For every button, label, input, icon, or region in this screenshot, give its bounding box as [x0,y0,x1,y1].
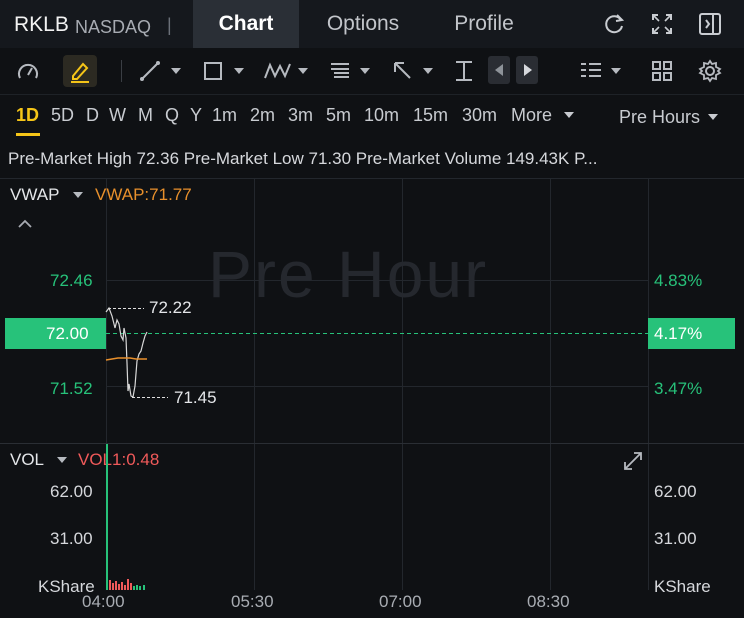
high-marker-label: 72.22 [149,298,192,317]
premarket-low-value: 71.30 [308,149,352,168]
period-m[interactable]: M [138,105,153,126]
tab-chart[interactable]: Chart [193,0,299,48]
price-chart-canvas [105,306,648,398]
caret-right-icon [524,64,532,76]
period-5m[interactable]: 5m [326,105,351,126]
exchange-label: NASDAQ [75,17,152,37]
chevron-down-icon[interactable] [171,68,181,74]
period-w[interactable]: W [109,105,126,126]
chevron-down-icon[interactable] [298,68,308,74]
volume-chart-canvas [106,444,145,590]
premarket-high-value: 72.36 [136,149,180,168]
period-10m[interactable]: 10m [364,105,399,126]
tab-options[interactable]: Options [305,0,421,48]
premarket-more-text: P... [574,149,598,168]
trend-line-icon[interactable] [137,58,163,84]
caret-left-icon [495,64,503,76]
fullscreen-icon[interactable] [649,11,675,37]
volume-bar [106,444,108,590]
volume-bar [130,583,132,590]
rectangle-tool-icon[interactable] [200,58,226,84]
volume-bar [118,584,120,590]
toolbar-divider [121,60,122,82]
volume-bar [124,585,126,590]
period-2m[interactable]: 2m [250,105,275,126]
time-tick-0530: 05:30 [231,592,274,611]
tab-profile[interactable]: Profile [430,0,538,48]
period-5d[interactable]: 5D [51,105,74,126]
period-y[interactable]: Y [190,105,202,126]
chevron-down-icon[interactable] [360,68,370,74]
more-periods-button[interactable]: More [511,105,552,126]
arrow-tool-icon[interactable] [390,58,416,84]
gauge-icon[interactable] [15,59,41,85]
drawing-toolbar [0,48,744,95]
list-layout-icon[interactable] [578,58,604,84]
chevron-down-icon[interactable] [611,68,621,74]
low-marker-label: 71.45 [174,388,217,407]
time-tick-0700: 07:00 [379,592,422,611]
active-period-indicator [16,133,40,136]
volume-bar [136,585,138,590]
period-1d[interactable]: 1D [16,105,39,126]
collapse-panel-icon[interactable] [697,11,723,37]
volume-bar [133,586,135,590]
ticker-symbol: RKLB [14,13,69,36]
volume-bar [121,582,123,590]
volume-bar [109,580,111,590]
header-separator: | [167,15,172,35]
chevron-down-icon[interactable] [234,68,244,74]
price-series-line [105,306,148,398]
premarket-high-label: Pre-Market High [8,149,132,168]
grid-layout-icon[interactable] [649,58,675,84]
period-15m[interactable]: 15m [413,105,448,126]
volume-bar [143,585,145,590]
pencil-edit-icon[interactable] [67,58,93,84]
period-3m[interactable]: 3m [288,105,313,126]
gear-icon[interactable] [697,58,723,84]
period-d[interactable]: D [86,105,99,126]
volume-bar [112,583,114,590]
chevron-down-icon[interactable] [708,114,718,120]
session-selector[interactable]: Pre Hours [619,107,700,128]
chevron-down-icon[interactable] [564,112,574,118]
period-1m[interactable]: 1m [212,105,237,126]
period-q[interactable]: Q [165,105,179,126]
fib-levels-icon[interactable] [327,58,353,84]
premarket-stats: Pre-Market High 72.36 Pre-Market Low 71.… [8,149,597,169]
wave-pattern-icon[interactable] [262,58,294,84]
premarket-volume-label: Pre-Market Volume [355,149,502,168]
measure-tool-icon[interactable] [451,58,477,84]
period-30m[interactable]: 30m [462,105,497,126]
time-tick-0400: 04:00 [82,592,125,611]
time-tick-0830: 08:30 [527,592,570,611]
premarket-volume-value: 149.43K [506,149,570,168]
chevron-down-icon[interactable] [423,68,433,74]
volume-bar [115,581,117,590]
refresh-icon[interactable] [601,11,627,37]
premarket-low-label: Pre-Market Low [183,149,304,168]
volume-bar [139,586,141,590]
volume-bar [127,579,129,590]
